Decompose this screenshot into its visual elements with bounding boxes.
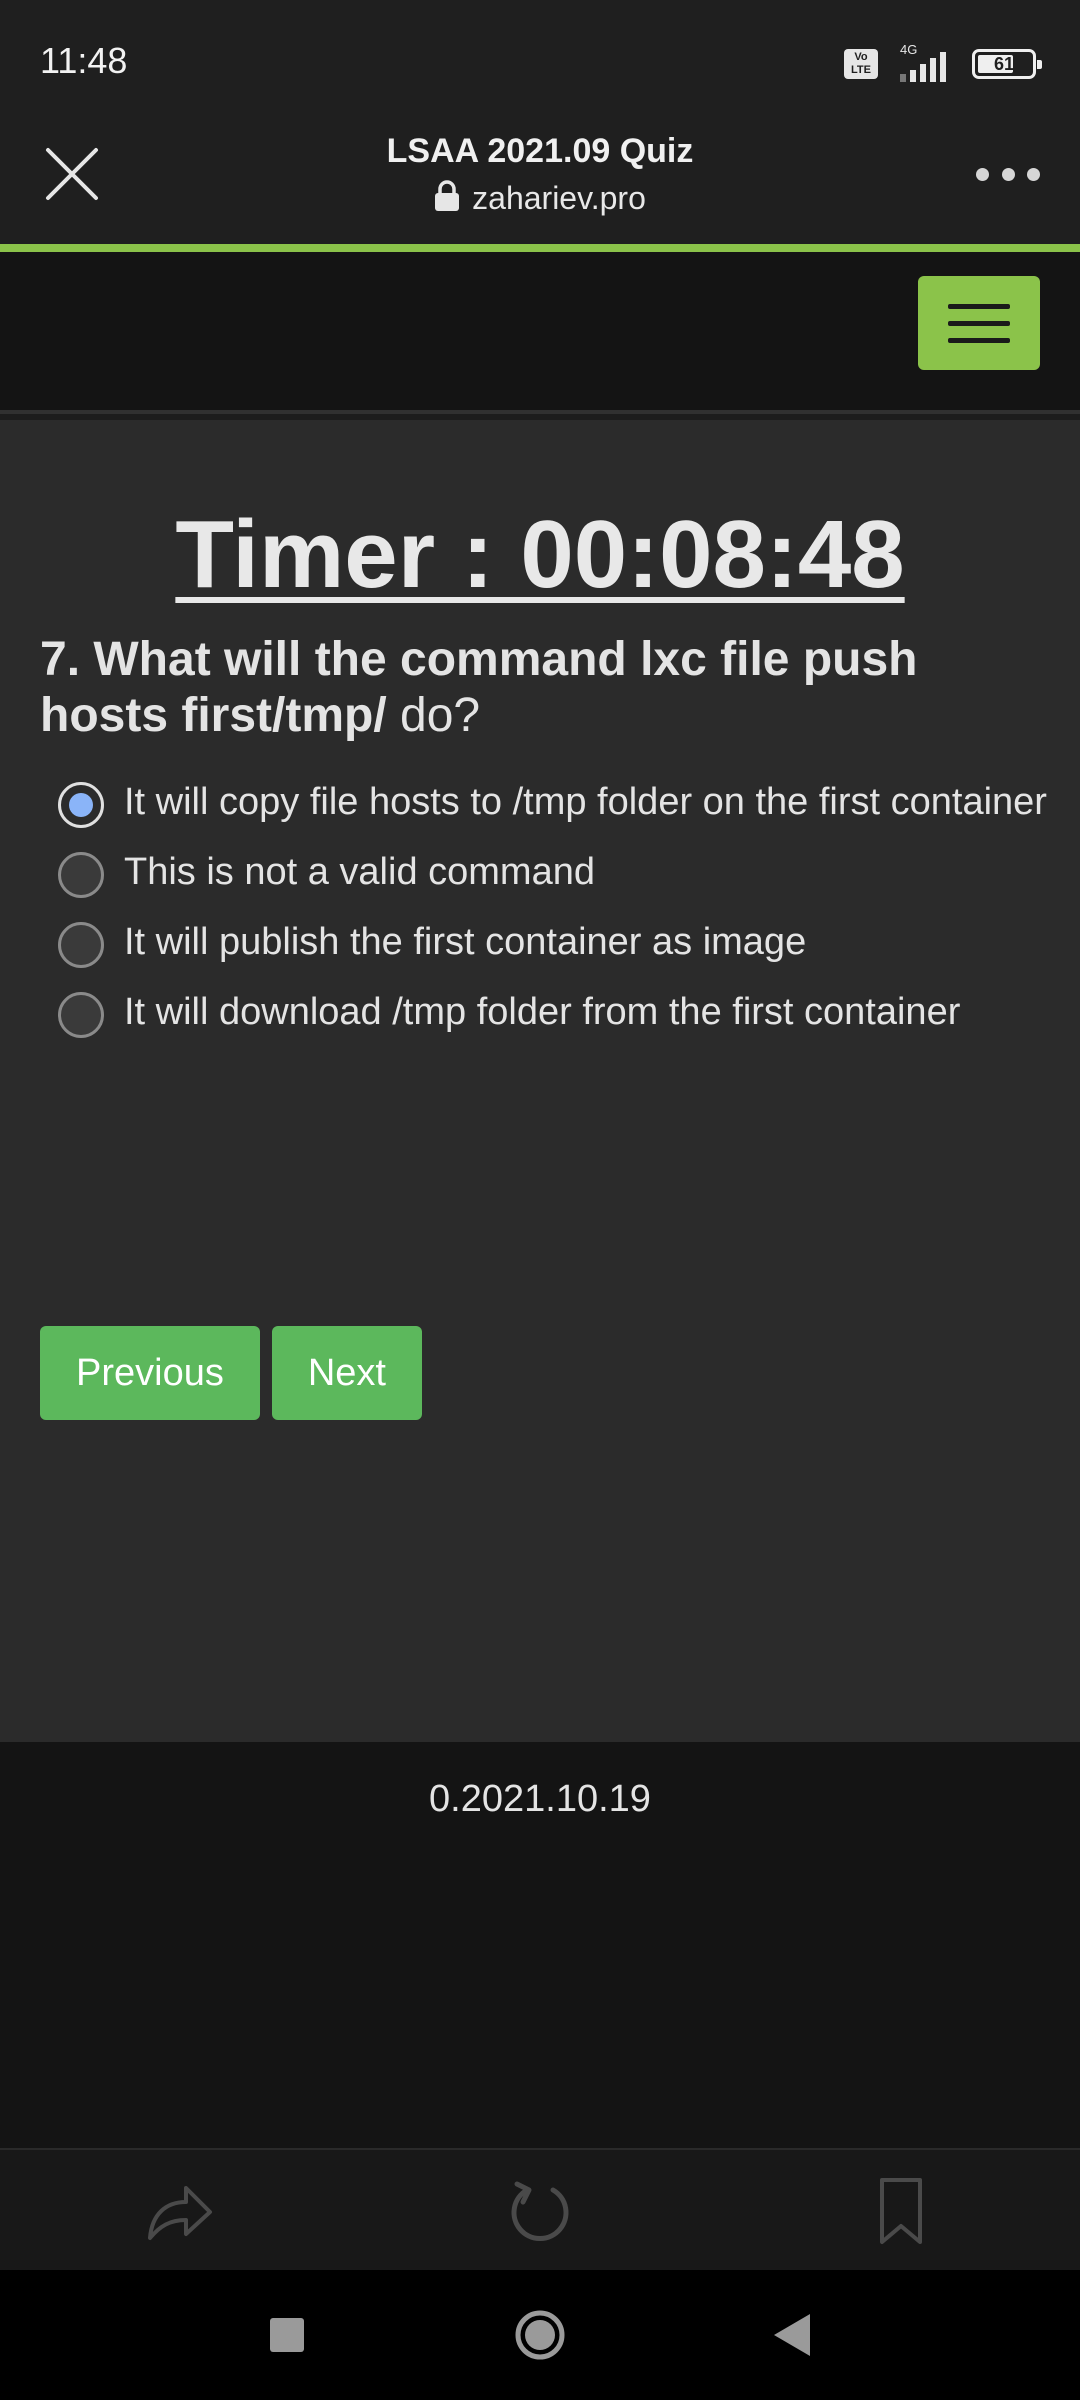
- radio-button[interactable]: [58, 992, 104, 1038]
- url-bar[interactable]: zahariev.pro: [0, 180, 1080, 220]
- status-icons: Vo LTE 4G 61: [844, 42, 1042, 82]
- home-icon[interactable]: [505, 2300, 575, 2370]
- reload-icon[interactable]: [505, 2176, 575, 2246]
- page-load-indicator: [0, 244, 1080, 252]
- answer-list: It will copy file hosts to /tmp folder o…: [40, 774, 1050, 1054]
- radio-button[interactable]: [58, 922, 104, 968]
- question-tail: do?: [386, 689, 481, 742]
- answer-label: It will copy file hosts to /tmp folder o…: [124, 781, 1047, 823]
- url-text: zahariev.pro: [472, 180, 646, 216]
- share-icon[interactable]: [144, 2176, 214, 2246]
- previous-button[interactable]: Previous: [40, 1326, 260, 1420]
- browser-toolbar: [0, 2148, 1080, 2270]
- hamburger-menu-icon[interactable]: [918, 276, 1040, 370]
- answer-option[interactable]: This is not a valid command: [40, 844, 1050, 900]
- radio-button-selected[interactable]: [58, 782, 104, 828]
- quiz-navigation: Previous Next: [40, 1326, 422, 1420]
- answer-label: It will download /tmp folder from the fi…: [124, 991, 961, 1033]
- question-text: 7. What will the command lxc file push h…: [40, 632, 1050, 744]
- quiz-timer: Timer : 00:08:48: [175, 501, 905, 608]
- signal-icon: 4G: [892, 42, 958, 82]
- next-button[interactable]: Next: [271, 1326, 422, 1420]
- answer-option[interactable]: It will publish the first container as i…: [40, 914, 1050, 970]
- answer-label: It will publish the first container as i…: [124, 921, 807, 963]
- answer-label: This is not a valid command: [124, 851, 595, 893]
- volte-icon: Vo LTE: [844, 49, 878, 79]
- site-footer: 0.2021.10.19: [0, 1742, 1080, 2148]
- status-time: 11:48: [40, 40, 128, 81]
- system-navigation-bar: [0, 2270, 1080, 2400]
- battery-level: 61: [993, 54, 1015, 74]
- site-navbar: [0, 252, 1080, 414]
- page-title: LSAA 2021.09 Quiz: [386, 132, 694, 170]
- status-bar: 11:48 Vo LTE 4G 61: [0, 0, 1080, 120]
- more-options-icon[interactable]: [976, 160, 1040, 188]
- version-label: 0.2021.10.19: [429, 1778, 651, 1820]
- bookmark-icon[interactable]: [866, 2176, 936, 2246]
- answer-option[interactable]: It will copy file hosts to /tmp folder o…: [40, 774, 1050, 830]
- back-icon[interactable]: [758, 2300, 828, 2370]
- battery-icon: 61: [972, 49, 1042, 79]
- quiz-main: Timer : 00:08:48 7. What will the comman…: [0, 420, 1080, 1742]
- radio-button[interactable]: [58, 852, 104, 898]
- browser-header: LSAA 2021.09 Quiz zahariev.pro: [0, 120, 1080, 244]
- recents-icon[interactable]: [252, 2300, 322, 2370]
- lock-icon: [434, 180, 460, 220]
- answer-option[interactable]: It will download /tmp folder from the fi…: [40, 984, 1050, 1040]
- question-number: 7.: [40, 633, 81, 686]
